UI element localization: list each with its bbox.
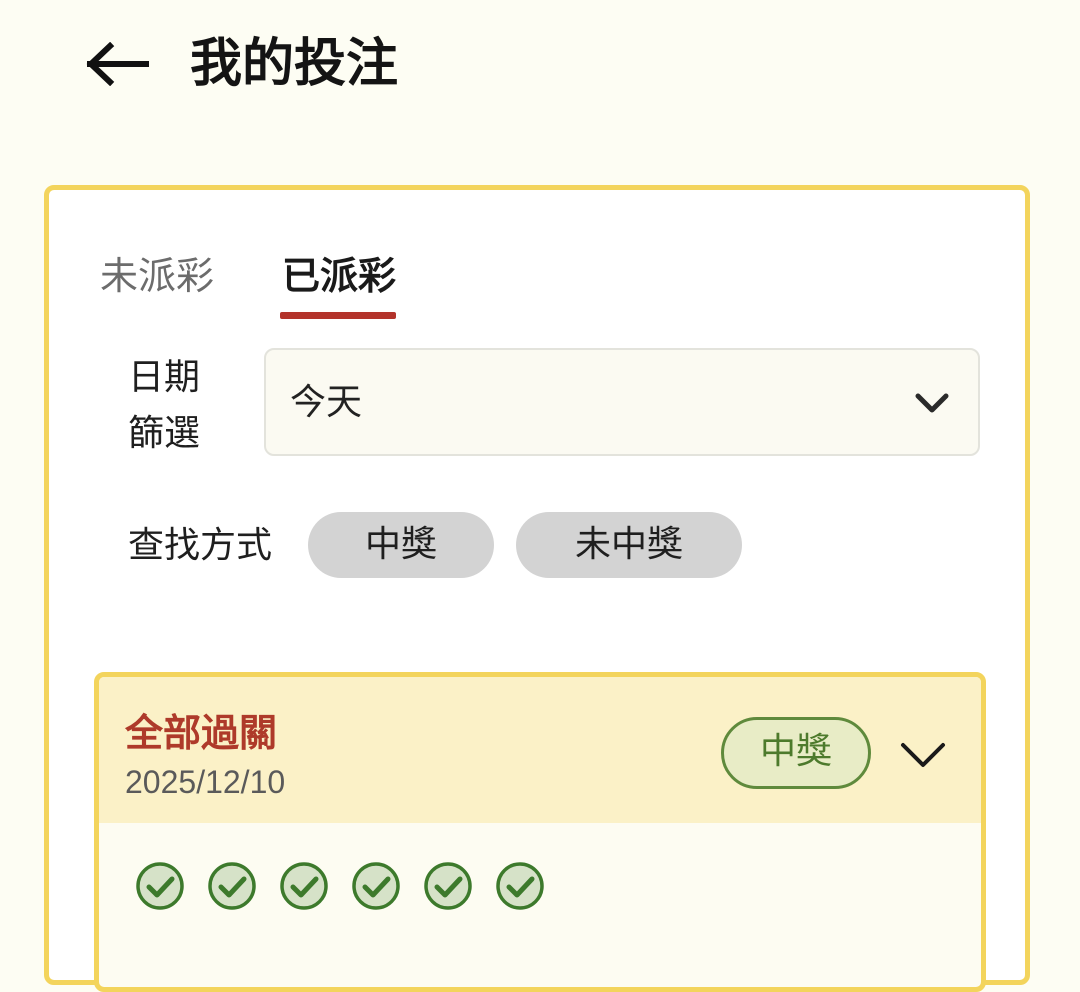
check-circle-icon bbox=[208, 862, 256, 910]
bet-card: 全部過關 2025/12/10 中獎 bbox=[94, 672, 986, 992]
active-tab-indicator bbox=[280, 312, 396, 319]
top-bar: 我的投注 bbox=[0, 0, 1080, 130]
arrow-left-icon bbox=[86, 42, 149, 86]
bet-type: 全部過關 bbox=[125, 711, 278, 755]
filter-lose-button[interactable]: 未中獎 bbox=[516, 512, 742, 578]
date-filter-select[interactable]: 今天 bbox=[264, 348, 980, 456]
check-circle-icon bbox=[136, 862, 184, 910]
chevron-down-icon[interactable] bbox=[899, 735, 947, 775]
bet-card-header[interactable]: 全部過關 2025/12/10 中獎 bbox=[99, 677, 981, 823]
back-button[interactable] bbox=[84, 34, 152, 94]
tab-unpaid[interactable]: 未派彩 bbox=[100, 250, 214, 302]
date-filter-label: 日期 篩選 bbox=[128, 357, 201, 454]
chevron-down-icon bbox=[915, 393, 949, 413]
date-filter-value: 今天 bbox=[290, 382, 363, 423]
tab-paid[interactable]: 已派彩 bbox=[282, 250, 396, 302]
page-title: 我的投注 bbox=[190, 34, 399, 94]
leg-results bbox=[135, 861, 545, 911]
result-badge: 中獎 bbox=[721, 717, 871, 789]
bet-date: 2025/12/10 bbox=[125, 764, 286, 800]
check-circle-icon bbox=[352, 862, 400, 910]
check-circle-icon bbox=[496, 862, 544, 910]
search-method-label: 查找方式 bbox=[128, 525, 273, 566]
check-circle-icon bbox=[280, 862, 328, 910]
check-circle-icon bbox=[424, 862, 472, 910]
filter-win-button[interactable]: 中獎 bbox=[308, 512, 494, 578]
